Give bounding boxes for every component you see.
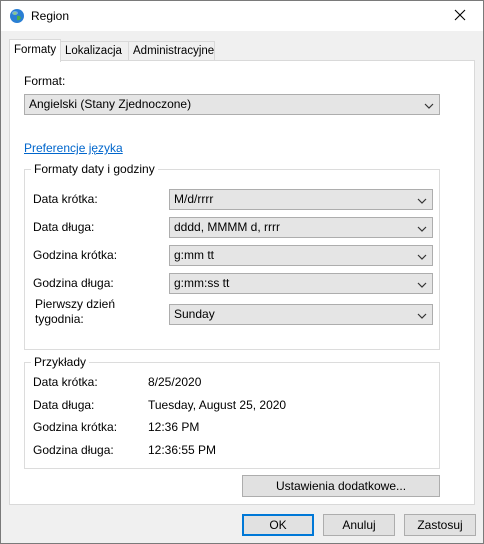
- formats-panel: Format: Angielski (Stany Zjednoczone) Pr…: [9, 60, 475, 505]
- short-date-value: M/d/rrrr: [174, 192, 214, 206]
- short-time-value: g:mm tt: [174, 248, 215, 262]
- short-date-dropdown[interactable]: M/d/rrrr: [169, 189, 433, 210]
- first-day-label-line2: tygodnia:: [35, 312, 84, 326]
- first-day-value: Sunday: [174, 307, 215, 321]
- short-time-dropdown[interactable]: g:mm tt: [169, 245, 433, 266]
- chevron-down-icon: [416, 250, 428, 262]
- chevron-down-icon: [423, 99, 435, 111]
- group-title: Przykłady: [31, 355, 90, 369]
- globe-icon: [9, 8, 25, 24]
- long-time-dropdown[interactable]: g:mm:ss tt: [169, 273, 433, 294]
- close-button[interactable]: [437, 1, 483, 31]
- date-time-formats-group: Formaty daty i godziny Data krótka: M/d/…: [24, 162, 440, 350]
- cancel-button[interactable]: Anuluj: [323, 514, 395, 536]
- tab-label: Formaty: [14, 44, 57, 56]
- region-dialog: Region Formaty Lokalizacja Administracyj…: [0, 0, 484, 544]
- example-long-date-value: Tuesday, August 25, 2020: [148, 398, 287, 412]
- long-time-value: g:mm:ss tt: [174, 276, 230, 290]
- example-short-time-label: Godzina krótka:: [33, 420, 118, 434]
- first-day-dropdown[interactable]: Sunday: [169, 304, 433, 325]
- chevron-down-icon: [416, 222, 428, 234]
- examples-group: Przykłady Data krótka: 8/25/2020 Data dł…: [24, 355, 440, 469]
- title-bar: Region: [1, 1, 483, 31]
- long-time-label: Godzina długa:: [33, 276, 114, 290]
- chevron-down-icon: [416, 194, 428, 206]
- tab-lokalizacja[interactable]: Lokalizacja: [60, 41, 129, 61]
- long-date-value: dddd, MMMM d, rrrr: [174, 220, 281, 234]
- first-day-label-line1: Pierwszy dzień: [35, 297, 116, 311]
- format-dropdown[interactable]: Angielski (Stany Zjednoczone): [24, 94, 440, 115]
- example-short-date-value: 8/25/2020: [148, 375, 202, 389]
- example-short-time-value: 12:36 PM: [148, 420, 200, 434]
- group-title: Formaty daty i godziny: [31, 162, 158, 176]
- format-value: Angielski (Stany Zjednoczone): [29, 97, 192, 111]
- chevron-down-icon: [416, 278, 428, 290]
- long-date-label: Data długa:: [33, 220, 95, 234]
- example-long-date-label: Data długa:: [33, 398, 95, 412]
- tab-label: Administracyjne: [133, 45, 215, 57]
- window-title: Region: [31, 9, 70, 23]
- format-label: Format:: [24, 74, 66, 88]
- apply-button[interactable]: Zastosuj: [404, 514, 476, 536]
- example-long-time-label: Godzina długa:: [33, 443, 114, 457]
- short-date-label: Data krótka:: [33, 192, 98, 206]
- tab-label: Lokalizacja: [65, 45, 122, 57]
- short-time-label: Godzina krótka:: [33, 248, 118, 262]
- tab-administracyjne[interactable]: Administracyjne: [128, 41, 215, 61]
- example-long-time-value: 12:36:55 PM: [148, 443, 217, 457]
- example-short-date-label: Data krótka:: [33, 375, 98, 389]
- chevron-down-icon: [416, 309, 428, 321]
- additional-settings-button[interactable]: Ustawienia dodatkowe...: [242, 475, 440, 497]
- language-preferences-link[interactable]: Preferencje języka: [24, 141, 123, 155]
- ok-button[interactable]: OK: [242, 514, 314, 536]
- close-icon: [454, 9, 466, 24]
- tab-formaty[interactable]: Formaty: [9, 39, 61, 62]
- long-date-dropdown[interactable]: dddd, MMMM d, rrrr: [169, 217, 433, 238]
